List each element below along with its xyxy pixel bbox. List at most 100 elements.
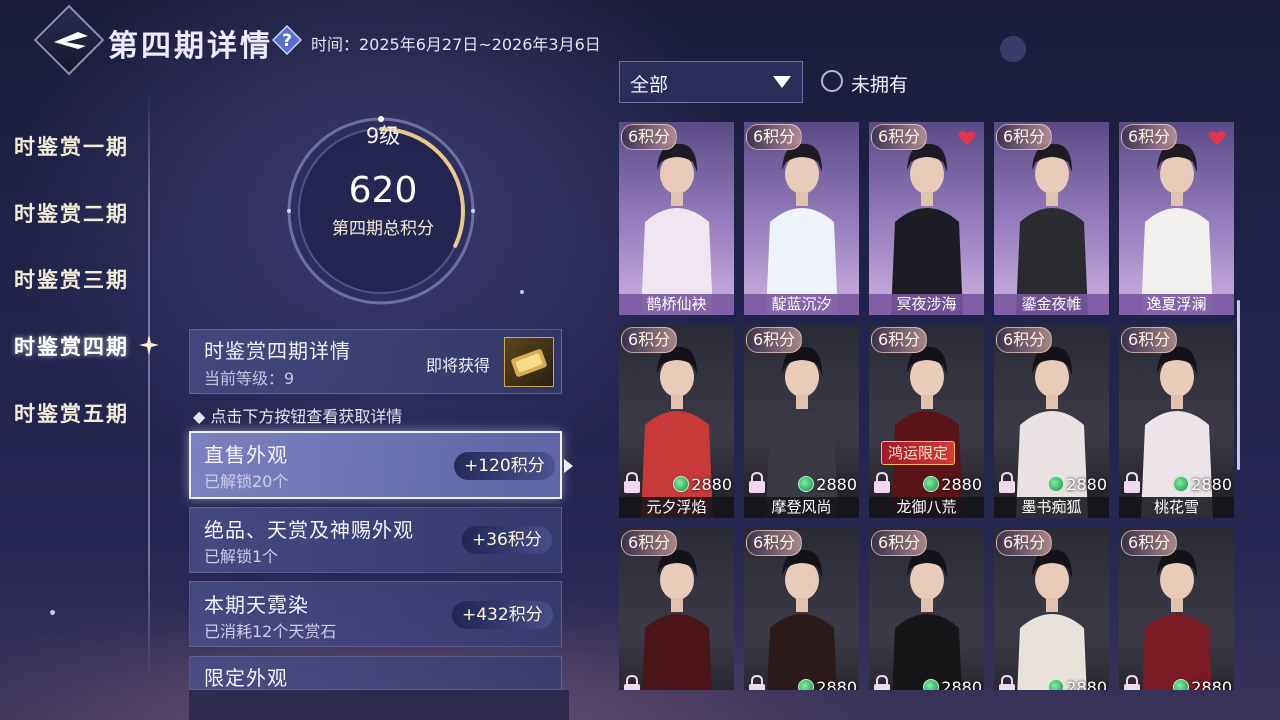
outfit-name: 墨书痴狐 (994, 497, 1109, 518)
total-score: 620 (348, 170, 418, 211)
reward-item-icon[interactable] (504, 337, 554, 387)
lock-icon (1124, 675, 1140, 690)
category-name: 限定外观 (204, 666, 288, 690)
price-tag: 2880 (1173, 474, 1232, 496)
category-name: 绝品、天赏及神赐外观 (204, 518, 414, 542)
outfit-card[interactable]: 6积分 2880 (1119, 528, 1234, 690)
price-value: 2880 (816, 678, 857, 690)
jade-coin-icon (798, 476, 815, 492)
nav-item-period-1[interactable]: 时鉴赏一期 (14, 131, 129, 161)
points-badge: 6积分 (621, 327, 678, 353)
price-value: 2880 (941, 678, 982, 690)
grid-scrollbar[interactable] (1237, 300, 1240, 470)
jade-coin-icon (673, 476, 690, 492)
coming-soon-label: 即将获得 (426, 356, 491, 375)
lock-icon (1124, 472, 1140, 493)
price-tag: 2880 (1048, 677, 1107, 690)
active-marker-icon (139, 335, 159, 355)
jade-coin-icon (798, 679, 815, 690)
price-tag: 2880 (798, 474, 857, 496)
points-badge: 6积分 (871, 530, 928, 556)
points-badge: 6积分 (996, 327, 1053, 353)
points-badge: 6积分 (871, 327, 928, 353)
outfit-card[interactable]: 6积分 2880 桃花雪 (1119, 325, 1234, 518)
outfit-name: 冥夜涉海 (869, 294, 984, 315)
jade-coin-icon (1048, 679, 1065, 690)
category-points: +36积分 (462, 526, 552, 554)
points-badge: 6积分 (746, 530, 803, 556)
level-label: 9级 (365, 124, 401, 148)
help-icon[interactable]: ? (272, 25, 302, 55)
price-tag: 2880 (1048, 474, 1107, 496)
character-portrait-icon (1016, 143, 1088, 315)
points-badge: 6积分 (996, 124, 1053, 150)
lock-icon (624, 472, 640, 493)
jade-coin-icon (923, 476, 940, 492)
outfit-card[interactable]: 6积分 靛蓝沉汐 (744, 122, 859, 315)
points-badge: 6积分 (1121, 124, 1178, 150)
price-value: 2880 (941, 475, 982, 494)
panel-mask (189, 690, 569, 720)
sparkle-decoration (520, 290, 524, 294)
price-value: 2880 (1191, 678, 1232, 690)
jade-coin-icon (1173, 679, 1190, 690)
outfit-name: 龙御八荒 (869, 497, 984, 518)
price-value: 2880 (1066, 678, 1107, 690)
points-badge: 6积分 (746, 124, 803, 150)
lock-icon (874, 472, 890, 493)
not-owned-radio[interactable] (821, 70, 843, 92)
current-level: 当前等级：9 (204, 369, 295, 388)
outfit-card[interactable]: 6积分 鎏金夜帷 (994, 122, 1109, 315)
detail-title: 时鉴赏四期详情 (204, 339, 351, 363)
price-tag: 2880 (923, 474, 982, 496)
nav-item-period-4[interactable]: 时鉴赏四期 (14, 331, 129, 361)
points-badge: 6积分 (746, 327, 803, 353)
points-badge: 6积分 (621, 124, 678, 150)
points-badge: 6积分 (621, 530, 678, 556)
points-badge: 6积分 (1121, 327, 1178, 353)
character-portrait-icon (766, 143, 838, 315)
outfit-card[interactable]: 6积分 2880 (869, 528, 984, 690)
category-sub: 已解锁1个 (204, 547, 279, 566)
svg-text:?: ? (282, 31, 292, 51)
price-tag: 2880 (1173, 677, 1232, 690)
outfit-name: 摩登风尚 (744, 497, 859, 518)
limited-tag: 鸿运限定 (881, 441, 956, 465)
outfit-card[interactable]: 6积分 2880 (994, 528, 1109, 690)
category-points: +120积分 (454, 452, 555, 480)
price-tag: 2880 (923, 677, 982, 690)
nav-item-period-2[interactable]: 时鉴赏二期 (14, 198, 129, 228)
outfit-card[interactable]: 6积分 逸夏浮澜 (1119, 122, 1234, 315)
heart-icon (958, 131, 976, 145)
lock-icon (624, 675, 640, 690)
price-value: 2880 (1066, 475, 1107, 494)
outfit-card[interactable]: 6积分 2880 墨书痴狐 (994, 325, 1109, 518)
category-sub: 已消耗12个天赏石 (204, 622, 337, 641)
not-owned-label[interactable]: 未拥有 (851, 70, 908, 97)
price-tag: 2880 (798, 677, 857, 690)
outfit-card[interactable]: 6积分 冥夜涉海 (869, 122, 984, 315)
character-portrait-icon (641, 143, 713, 315)
price-value: 2880 (691, 475, 732, 494)
outfit-card[interactable]: 6积分 (619, 528, 734, 690)
outfit-name: 鹊桥仙袂 (619, 294, 734, 315)
nav-item-period-3[interactable]: 时鉴赏三期 (14, 264, 129, 294)
outfit-card[interactable]: 6积分鹊桥仙袂 (619, 122, 734, 315)
nav-item-period-5[interactable]: 时鉴赏五期 (14, 398, 129, 428)
outfit-card[interactable]: 6积分 2880 元夕浮焰 (619, 325, 734, 518)
jade-coin-icon (923, 679, 940, 690)
outfit-card[interactable]: 6积分 2880 摩登风尚 (744, 325, 859, 518)
sparkle-decoration (50, 610, 55, 615)
points-badge: 6积分 (996, 530, 1053, 556)
category-name: 本期天霓染 (204, 593, 309, 617)
outfit-grid: 6积分 鹊桥仙袂 6积分 靛蓝沉汐 6积分 冥夜涉海 6积分 鎏金夜帷 6积分 逸夏浮澜 6积分 28… (619, 120, 1237, 690)
category-sub: 已解锁20个 (204, 472, 289, 491)
points-badge: 6积分 (1121, 530, 1178, 556)
outfit-name: 桃花雪 (1119, 497, 1234, 518)
lock-icon (749, 675, 765, 690)
outfit-card[interactable]: 6积分2880商城 (744, 528, 859, 690)
outfit-card[interactable]: 6积分鸿运限定 2880 龙御八荒 (869, 325, 984, 518)
period-text: 时间：2025年6月27日~2026年3月6日 (311, 35, 601, 54)
filter-selected-value: 全部 (630, 74, 669, 96)
page-title: 第四期详情 (108, 29, 273, 64)
